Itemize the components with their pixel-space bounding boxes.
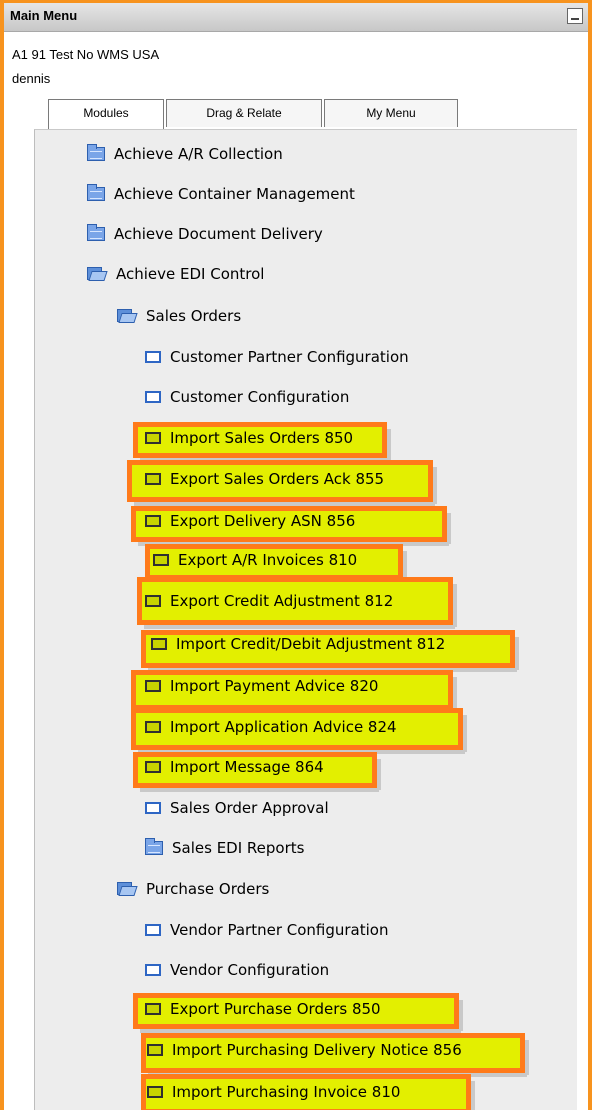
form-icon <box>145 761 161 773</box>
tree-item-achieve-container[interactable]: Achieve Container Management <box>87 182 355 206</box>
tree-item-label: Import Purchasing Delivery Notice 856 <box>172 1041 462 1059</box>
tree-item-label: Import Message 864 <box>170 758 324 776</box>
folder-icon <box>145 838 163 855</box>
minimize-icon[interactable] <box>567 8 583 24</box>
tree-item-import-payment-advice[interactable]: Import Payment Advice 820 <box>145 674 378 698</box>
form-icon <box>145 432 161 444</box>
folder-icon <box>87 224 105 241</box>
tree-item-label: Purchase Orders <box>146 880 270 898</box>
tree-item-purchase-orders[interactable]: Purchase Orders <box>117 877 269 901</box>
folder-open-icon <box>117 882 137 896</box>
tree-item-export-delivery-asn[interactable]: Export Delivery ASN 856 <box>145 509 355 533</box>
user-name: dennis <box>12 71 51 86</box>
modules-tree: Achieve A/R Collection Achieve Container… <box>34 129 577 1110</box>
tree-item-export-sales-orders-ack[interactable]: Export Sales Orders Ack 855 <box>145 467 384 491</box>
tree-item-label: Export Delivery ASN 856 <box>170 512 356 530</box>
form-icon <box>145 473 161 485</box>
form-icon <box>145 515 161 527</box>
tree-item-customer-partner-config[interactable]: Customer Partner Configuration <box>145 345 409 369</box>
form-icon <box>145 924 161 936</box>
tree-item-vendor-config[interactable]: Vendor Configuration <box>145 958 329 982</box>
tree-item-label: Import Payment Advice 820 <box>170 677 379 695</box>
folder-open-icon <box>117 309 137 323</box>
tree-item-label: Achieve EDI Control <box>116 265 265 283</box>
folder-icon <box>87 184 105 201</box>
tree-item-label: Customer Configuration <box>170 388 350 406</box>
tree-item-import-message[interactable]: Import Message 864 <box>145 755 324 779</box>
title-bar[interactable]: Main Menu <box>4 3 588 32</box>
tab-modules[interactable]: Modules <box>48 99 164 129</box>
tree-item-import-purchasing-delivery-notice[interactable]: Import Purchasing Delivery Notice 856 <box>147 1038 462 1062</box>
form-icon <box>145 391 161 403</box>
tree-item-label: Vendor Configuration <box>170 961 330 979</box>
tree-item-sales-orders[interactable]: Sales Orders <box>117 304 241 328</box>
form-icon <box>145 721 161 733</box>
tree-item-label: Import Application Advice 824 <box>170 718 397 736</box>
tab-drag-relate[interactable]: Drag & Relate <box>166 99 322 127</box>
tree-item-vendor-partner-config[interactable]: Vendor Partner Configuration <box>145 918 388 942</box>
tree-item-label: Import Credit/Debit Adjustment 812 <box>176 635 446 653</box>
form-icon <box>153 554 169 566</box>
tree-item-label: Export Credit Adjustment 812 <box>170 592 394 610</box>
form-icon <box>151 638 167 650</box>
tree-item-label: Sales Order Approval <box>170 799 329 817</box>
form-icon <box>147 1086 163 1098</box>
main-menu-window: Main Menu A1 91 Test No WMS USA dennis M… <box>4 3 588 1110</box>
form-icon <box>145 802 161 814</box>
form-icon <box>145 1003 161 1015</box>
form-icon <box>145 595 161 607</box>
tree-item-achieve-delivery[interactable]: Achieve Document Delivery <box>87 222 323 246</box>
tree-item-label: Achieve Container Management <box>114 185 355 203</box>
tree-item-import-application-advice[interactable]: Import Application Advice 824 <box>145 715 397 739</box>
tree-item-import-sales-orders[interactable]: Import Sales Orders 850 <box>145 426 353 450</box>
tab-my-menu[interactable]: My Menu <box>324 99 458 127</box>
tree-item-achieve-ar[interactable]: Achieve A/R Collection <box>87 142 283 166</box>
tree-item-customer-config[interactable]: Customer Configuration <box>145 385 349 409</box>
tree-item-label: Sales EDI Reports <box>172 839 305 857</box>
company-name: A1 91 Test No WMS USA <box>12 47 160 62</box>
tree-item-label: Import Purchasing Invoice 810 <box>172 1083 401 1101</box>
tree-item-export-ar-invoices[interactable]: Export A/R Invoices 810 <box>153 548 357 572</box>
tree-item-label: Achieve A/R Collection <box>114 145 283 163</box>
tree-item-export-credit-adjustment[interactable]: Export Credit Adjustment 812 <box>145 589 393 613</box>
tree-item-import-purchasing-invoice[interactable]: Import Purchasing Invoice 810 <box>147 1080 400 1104</box>
tree-item-label: Achieve Document Delivery <box>114 225 323 243</box>
tree-item-label: Vendor Partner Configuration <box>170 921 389 939</box>
folder-icon <box>87 144 105 161</box>
tree-item-achieve-edi[interactable]: Achieve EDI Control <box>87 262 264 286</box>
tree-item-sales-edi-reports[interactable]: Sales EDI Reports <box>145 836 304 860</box>
form-icon <box>145 964 161 976</box>
tree-item-label: Export Purchase Orders 850 <box>170 1000 381 1018</box>
tree-item-export-purchase-orders[interactable]: Export Purchase Orders 850 <box>145 997 381 1021</box>
form-icon <box>145 351 161 363</box>
tree-item-label: Sales Orders <box>146 307 242 325</box>
tree-item-label: Customer Partner Configuration <box>170 348 409 366</box>
tree-item-label: Import Sales Orders 850 <box>170 429 354 447</box>
form-icon <box>147 1044 163 1056</box>
tree-item-label: Export A/R Invoices 810 <box>178 551 358 569</box>
window-title: Main Menu <box>10 8 78 23</box>
tree-item-sales-order-approval[interactable]: Sales Order Approval <box>145 796 329 820</box>
form-icon <box>145 680 161 692</box>
folder-open-icon <box>87 267 107 281</box>
tree-item-label: Export Sales Orders Ack 855 <box>170 470 385 488</box>
tree-item-import-credit-debit-adjustment[interactable]: Import Credit/Debit Adjustment 812 <box>151 632 445 656</box>
